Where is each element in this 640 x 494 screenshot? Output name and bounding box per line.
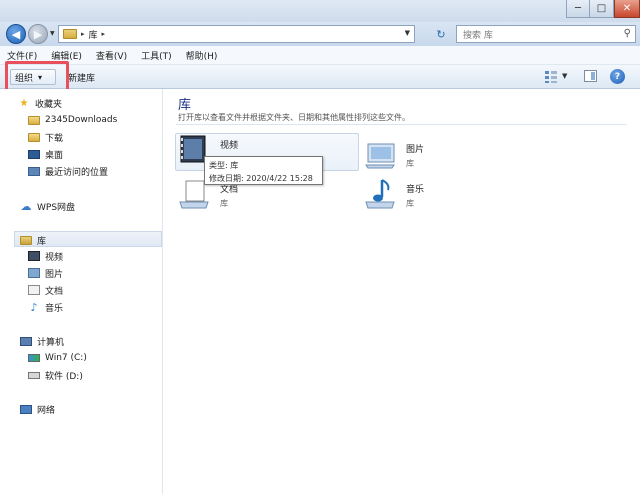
title-bar: ─ □ ✕ — [0, 0, 640, 22]
nav-item-2345downloads[interactable]: 2345Downloads — [28, 112, 117, 128]
nav-item-pictures[interactable]: 图片 — [28, 265, 63, 281]
library-type: 库 — [406, 199, 414, 208]
page-title: 库 — [178, 98, 192, 113]
computer-icon — [20, 336, 32, 346]
address-bar[interactable]: ▸ 库 ▸ ▼ — [58, 25, 415, 43]
library-tile-pictures[interactable]: 图片 库 — [364, 138, 424, 174]
library-icon — [20, 235, 32, 245]
library-tile-music[interactable]: 音乐 库 — [364, 178, 424, 214]
desktop-icon — [28, 149, 40, 159]
cloud-icon: ☁ — [20, 199, 32, 213]
minimize-button[interactable]: ─ — [566, 0, 590, 18]
nav-label: 视频 — [45, 252, 64, 263]
menu-edit[interactable]: 编辑(E) — [44, 49, 89, 62]
menu-help[interactable]: 帮助(H) — [179, 49, 225, 62]
address-row: ◀ ▶ ▼ ▸ 库 ▸ ▼ ↻ 搜索 库 ⚲ — [0, 22, 640, 46]
breadcrumb-separator: ▸ — [81, 30, 85, 38]
nav-label: 最近访问的位置 — [45, 167, 109, 178]
library-type: 库 — [406, 159, 414, 168]
nav-label: 音乐 — [45, 303, 64, 314]
view-dropdown-icon[interactable]: ▼ — [562, 72, 567, 80]
nav-label: 网络 — [37, 405, 56, 416]
tooltip: 类型: 库 修改日期: 2020/4/22 15:28 — [204, 156, 323, 185]
address-dropdown-icon[interactable]: ▼ — [405, 29, 410, 37]
navigation-pane: ★ 收藏夹 2345Downloads 下载 桌面 最近访问的位置 ☁ WPS网… — [0, 89, 163, 494]
nav-item-documents[interactable]: 文档 — [28, 282, 63, 298]
nav-item-desktop[interactable]: 桌面 — [28, 146, 63, 162]
new-library-button[interactable]: 新建库 — [64, 69, 99, 85]
organize-highlight-annotation — [5, 61, 69, 92]
arrow-right-icon: ▶ — [33, 27, 43, 41]
close-button[interactable]: ✕ — [614, 0, 640, 18]
refresh-icon[interactable]: ↻ — [433, 27, 449, 41]
nav-label: 库 — [37, 236, 47, 247]
arrow-left-icon: ◀ — [11, 27, 21, 41]
tooltip-type: 类型: 库 — [209, 161, 239, 170]
nav-item-drive-d[interactable]: 软件 (D:) — [28, 367, 83, 383]
picture-library-icon — [365, 143, 395, 169]
back-button[interactable]: ◀ — [6, 24, 26, 44]
explorer-window: ─ □ ✕ ◀ ▶ ▼ ▸ 库 ▸ ▼ ↻ 搜索 库 ⚲ 文件(F) 编辑(E)… — [0, 0, 640, 494]
content-pane: 库 打开库以查看文件并根据文件夹、日期和其他属性排列这些文件。 视频 图片 库 … — [164, 89, 640, 494]
nav-favorites[interactable]: ★ 收藏夹 — [18, 95, 63, 111]
library-name: 视频 — [220, 141, 239, 151]
nav-libraries[interactable]: 库 — [20, 232, 46, 248]
search-placeholder: 搜索 库 — [463, 30, 493, 41]
library-name: 图片 — [406, 145, 425, 155]
nav-label: 计算机 — [37, 337, 65, 348]
search-icon: ⚲ — [623, 28, 631, 39]
music-library-icon: ♪ — [30, 300, 38, 314]
folder-icon — [28, 115, 40, 125]
nav-label: 收藏夹 — [35, 99, 63, 110]
page-description: 打开库以查看文件并根据文件夹、日期和其他属性排列这些文件。 — [178, 113, 410, 122]
drive-icon — [28, 371, 40, 379]
nav-computer[interactable]: 计算机 — [20, 333, 64, 349]
library-name: 音乐 — [406, 185, 425, 195]
nav-label: Win7 (C:) — [45, 353, 87, 363]
network-icon — [20, 404, 32, 414]
nav-item-videos[interactable]: 视频 — [28, 248, 63, 264]
nav-item-music[interactable]: ♪ 音乐 — [28, 299, 63, 315]
video-library-icon — [28, 251, 40, 261]
nav-label: 桌面 — [45, 150, 64, 161]
menu-tools[interactable]: 工具(T) — [134, 49, 179, 62]
nav-wps-drive[interactable]: ☁ WPS网盘 — [20, 198, 76, 214]
nav-item-recent-places[interactable]: 最近访问的位置 — [28, 163, 108, 179]
nav-label: 软件 (D:) — [45, 371, 83, 382]
forward-button[interactable]: ▶ — [28, 24, 48, 44]
nav-label: 图片 — [45, 269, 64, 280]
divider — [176, 124, 627, 125]
library-type: 库 — [220, 199, 228, 208]
history-dropdown-icon[interactable]: ▼ — [50, 30, 55, 37]
downloads-folder-icon — [28, 132, 40, 142]
picture-library-icon — [28, 268, 40, 278]
nav-label: WPS网盘 — [37, 202, 76, 213]
breadcrumb-location[interactable]: 库 — [89, 28, 98, 41]
breadcrumb-separator[interactable]: ▸ — [102, 30, 106, 38]
nav-label: 2345Downloads — [45, 115, 118, 125]
help-button[interactable]: ? — [610, 69, 625, 84]
system-drive-icon — [28, 354, 40, 362]
recent-places-icon — [28, 166, 40, 176]
menu-view[interactable]: 查看(V) — [89, 49, 134, 62]
menu-bar: 文件(F) 编辑(E) 查看(V) 工具(T) 帮助(H) — [0, 46, 640, 65]
menu-file[interactable]: 文件(F) — [0, 49, 44, 62]
star-icon: ★ — [19, 97, 29, 109]
tooltip-modified: 修改日期: 2020/4/22 15:28 — [209, 174, 313, 183]
nav-item-drive-c[interactable]: Win7 (C:) — [28, 350, 87, 366]
nav-item-downloads[interactable]: 下载 — [28, 129, 63, 145]
command-bar: 组织 ▾ 新建库 ▼ ? — [0, 65, 640, 89]
nav-label: 下载 — [45, 133, 64, 144]
nav-network[interactable]: 网络 — [20, 401, 55, 417]
library-folder-icon — [63, 29, 77, 39]
preview-pane-icon[interactable] — [584, 70, 597, 82]
nav-label: 文档 — [45, 286, 64, 297]
music-library-icon — [365, 179, 395, 209]
document-library-icon — [28, 285, 40, 295]
search-input[interactable]: 搜索 库 ⚲ — [456, 25, 636, 43]
maximize-button[interactable]: □ — [590, 0, 614, 18]
change-view-icon[interactable] — [544, 70, 558, 84]
